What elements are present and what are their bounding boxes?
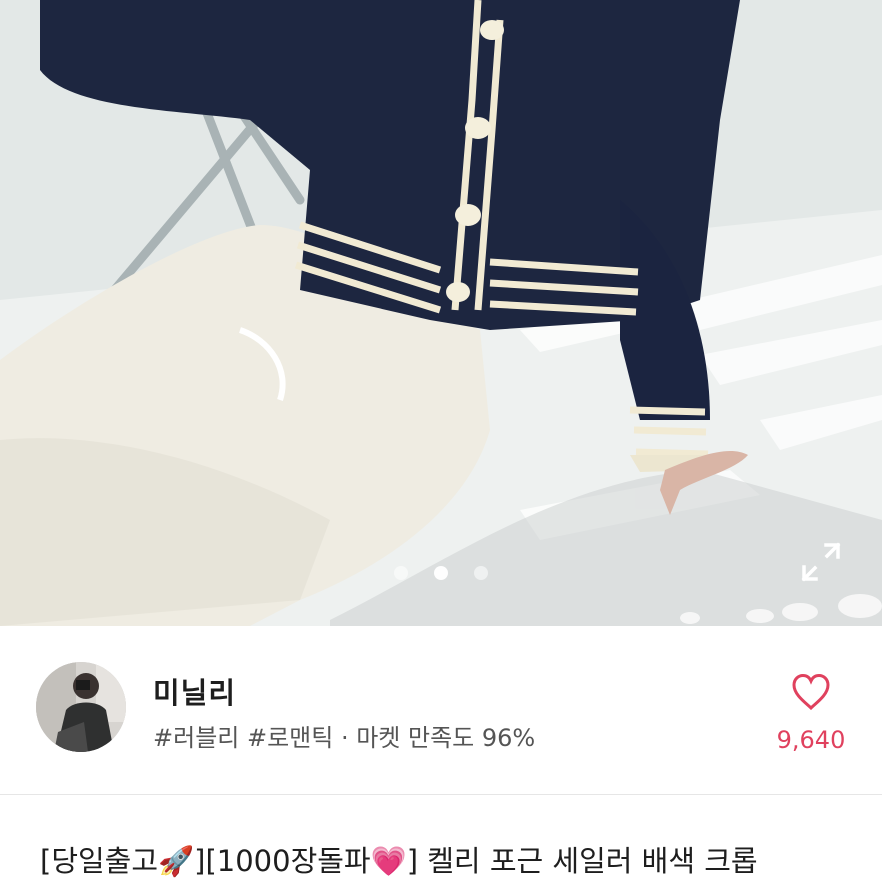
product-photo (0, 0, 882, 626)
seller-tags: #러블리 #로맨틱 · 마켓 만족도 96% (153, 724, 536, 752)
pager-dot[interactable] (474, 566, 488, 580)
expand-arrows-icon[interactable] (800, 541, 842, 583)
image-pager (0, 566, 882, 580)
heart-outline-icon[interactable] (790, 672, 832, 712)
pager-dot[interactable] (394, 566, 408, 580)
divider (0, 794, 882, 795)
seller-name[interactable]: 미닐리 (153, 670, 236, 712)
product-image[interactable] (0, 0, 882, 626)
product-title: [당일출고🚀][1000장돌파💗] 켈리 포근 세일러 배색 크롭 (40, 844, 758, 878)
like-count: 9,640 (776, 726, 846, 754)
pager-dot-active[interactable] (434, 566, 448, 580)
seller-info: 미닐리 #러블리 #로맨틱 · 마켓 만족도 96% 9,640 (0, 626, 882, 794)
avatar[interactable] (36, 662, 126, 752)
like-button[interactable]: 9,640 (770, 666, 852, 756)
